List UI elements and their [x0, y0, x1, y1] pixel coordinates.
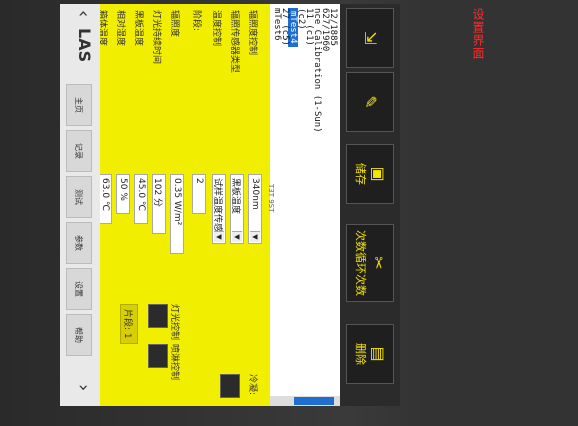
exit-button[interactable]: ⇲: [346, 8, 394, 68]
function-bar: ⇲ ✎ ▣ 储存 ✂ 次数循环次数 ▤ 删除: [340, 4, 400, 406]
brand-logo: LAS: [75, 28, 94, 63]
edit-icon: ✎: [361, 95, 380, 109]
condense-label: 冷凝:: [247, 374, 257, 396]
sensor-value: 黑板温度: [230, 178, 241, 215]
chevron-down-icon: ▼: [214, 231, 224, 242]
exit-icon: ⇲: [361, 31, 380, 45]
irradiance-control-label: 辐照度控制: [247, 10, 257, 56]
bpt-input[interactable]: 45.0 ℃: [134, 174, 148, 224]
chamber-input[interactable]: 63.0 ℃: [98, 174, 112, 224]
cycles-button[interactable]: ✂ 次数循环次数: [346, 224, 394, 302]
spray-toggle[interactable]: [148, 344, 168, 368]
wrench-icon: ✂: [369, 256, 388, 270]
irradiance-control-value: 340nm: [250, 178, 260, 210]
condense-toggle[interactable]: [220, 374, 240, 398]
list-scrollbar[interactable]: [270, 396, 340, 406]
segment-label: 片段: 1: [122, 309, 133, 339]
chevron-down-icon: ▼: [250, 231, 260, 242]
scrollbar-thumb[interactable]: [294, 397, 334, 405]
sticker-label: 设置界面: [471, 8, 485, 60]
lamp-time-input[interactable]: 102 分: [152, 174, 166, 234]
light-control-label: 灯光控制: [169, 304, 179, 341]
nav-log[interactable]: 记录: [66, 130, 92, 172]
nav-params[interactable]: 参数: [66, 222, 92, 264]
version-text: T3T 9ST: [267, 184, 275, 213]
rh-label: 相对湿度: [115, 10, 125, 47]
sensor-label: 辐照传感器类型: [229, 10, 239, 74]
chevron-left-icon[interactable]: ‹: [73, 10, 94, 17]
steps-label: 阶段:: [191, 10, 201, 32]
nav-home[interactable]: 主页: [66, 84, 92, 126]
bpt-label: 黑板温度: [133, 10, 143, 47]
irradiance-input[interactable]: 0.35 W/m²: [170, 174, 184, 254]
rh-value: 50 %: [118, 178, 128, 201]
irradiance-label: 辐照度: [169, 10, 179, 38]
steps-value: 2: [194, 178, 204, 184]
rh-input[interactable]: 50 %: [116, 174, 130, 214]
temp-control-select[interactable]: 试样温度传感器 ▼: [212, 174, 226, 244]
bezel-right: [420, 0, 578, 426]
save-icon: ▣: [369, 166, 388, 182]
temp-control-label: 温度控制: [211, 10, 221, 47]
recipe-list[interactable]: 12/1885 627/1960 nce Calibration (1-Sun)…: [270, 4, 340, 406]
delete-label: 删除: [354, 343, 367, 365]
spray-control-label: 喷淋控制: [169, 344, 179, 381]
list-item[interactable]: mTest6: [272, 8, 282, 41]
delete-button[interactable]: ▤ 删除: [346, 324, 394, 384]
edit-button[interactable]: ✎: [346, 72, 394, 132]
lamp-time-label: 灯光持续时间: [151, 10, 161, 65]
irradiance-control-select[interactable]: 340nm ▼: [248, 174, 262, 244]
rotated-ui: ⇲ ✎ ▣ 储存 ✂ 次数循环次数 ▤ 删除 12/1885 627/1960 …: [60, 4, 400, 406]
steps-input[interactable]: 2: [192, 174, 206, 214]
nav-test[interactable]: 测试: [66, 176, 92, 218]
sensor-select[interactable]: 黑板温度 ▼: [230, 174, 244, 244]
segment-pill[interactable]: 片段: 1: [120, 304, 138, 344]
light-toggle[interactable]: [148, 304, 168, 328]
chevron-down-icon: ▼: [232, 231, 242, 242]
irradiance-value: 0.35 W/m²: [172, 178, 182, 226]
bpt-value: 45.0 ℃: [136, 178, 146, 212]
lamp-time-value: 102 分: [152, 178, 163, 208]
nav-settings[interactable]: 设置: [66, 268, 92, 310]
chamber-value: 63.0 ℃: [100, 178, 110, 212]
touch-screen: ⇲ ✎ ▣ 储存 ✂ 次数循环次数 ▤ 删除 12/1885 627/1960 …: [60, 4, 400, 406]
save-label: 储存: [354, 163, 367, 185]
save-button[interactable]: ▣ 储存: [346, 144, 394, 204]
chevron-right-icon[interactable]: ›: [73, 384, 94, 391]
cycles-label: 次数循环次数: [354, 230, 367, 296]
nav-help[interactable]: 帮助: [66, 314, 92, 356]
nav-bar: ‹ LAS 主页 记录 测试 参数 设置 帮助 ›: [60, 4, 100, 406]
delete-icon: ▤: [369, 346, 388, 362]
